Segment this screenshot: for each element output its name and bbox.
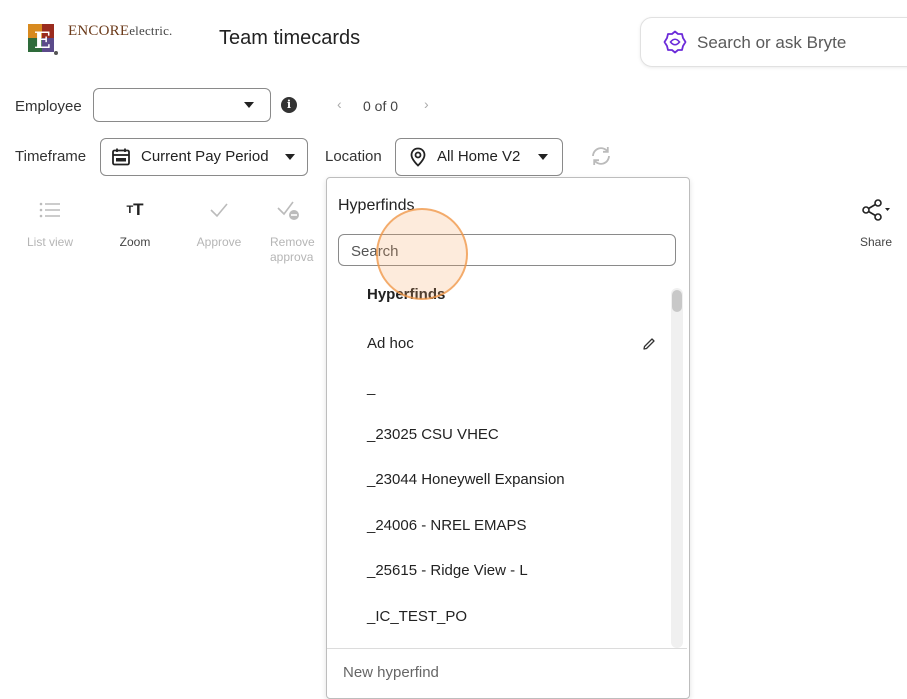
list-item[interactable]: _23044 Honeywell Expansion [367,471,565,488]
list-icon [39,202,60,218]
info-icon[interactable]: i [281,97,297,113]
dropdown-scrollbar-track[interactable] [671,288,683,648]
list-view-label: List view [26,235,73,249]
remove-approval-button[interactable]: Remove approva [270,197,330,265]
share-button[interactable]: Share [845,197,907,249]
timeframe-select[interactable]: Current Pay Period [100,138,308,176]
pagination-text: 0 of 0 [363,98,399,114]
page-title: Team timecards [219,27,361,49]
list-view-button[interactable]: List view [15,197,85,249]
calendar-icon [112,148,130,166]
zoom-label: Zoom [119,235,151,249]
encore-logo: E [28,18,68,58]
approve-button[interactable]: Approve [184,197,254,249]
logo-brand: ENCORE [68,23,130,39]
employee-label: Employee [15,98,82,115]
list-item[interactable]: _23025 CSU VHEC [367,426,499,443]
chevron-down-icon [538,154,548,160]
divider [327,648,687,649]
employee-select[interactable] [93,88,271,122]
list-item[interactable]: _24006 - NREL EMAPS [367,517,527,534]
timeframe-value: Current Pay Period [141,148,269,165]
chevron-down-icon [244,102,254,108]
svg-text:E: E [34,28,51,54]
chevron-down-icon [285,154,295,160]
chevron-left-icon[interactable]: ‹ [337,96,342,112]
bryte-assistant-icon [663,30,687,54]
list-item[interactable]: _25615 - Ridge View - L [367,562,528,579]
global-search-box[interactable]: Search or ask Bryte [640,17,907,67]
list-item[interactable]: _ [367,379,375,396]
refresh-icon[interactable] [588,143,614,169]
share-label: Share [859,235,893,249]
location-label: Location [325,148,382,165]
dropdown-scrollbar-thumb[interactable] [672,290,682,312]
remove-approval-label-line2: approva [270,250,314,264]
list-item[interactable]: _IC_TEST_PO [367,608,467,625]
new-hyperfind-link[interactable]: New hyperfind [343,664,439,681]
zoom-button[interactable]: TT Zoom [100,197,170,249]
approve-label: Approve [196,235,242,249]
remove-approval-icon [277,201,299,220]
timeframe-label: Timeframe [15,148,87,165]
logo-suffix: electric. [129,23,173,38]
share-icon [862,199,890,221]
click-highlight [376,208,468,300]
list-item[interactable]: Ad hoc [367,335,414,352]
checkmark-icon [210,203,228,218]
chevron-right-icon[interactable]: › [424,96,429,112]
location-value: All Home V2 [437,148,521,165]
global-search-placeholder: Search or ask Bryte [697,33,847,52]
location-pin-icon [410,147,426,167]
logo-wordmark: ENCOREelectric. [68,23,173,40]
location-select[interactable]: All Home V2 [395,138,563,176]
pencil-icon[interactable] [641,336,657,352]
text-size-icon: TT [126,200,144,219]
remove-approval-label-line1: Remove [270,235,315,249]
